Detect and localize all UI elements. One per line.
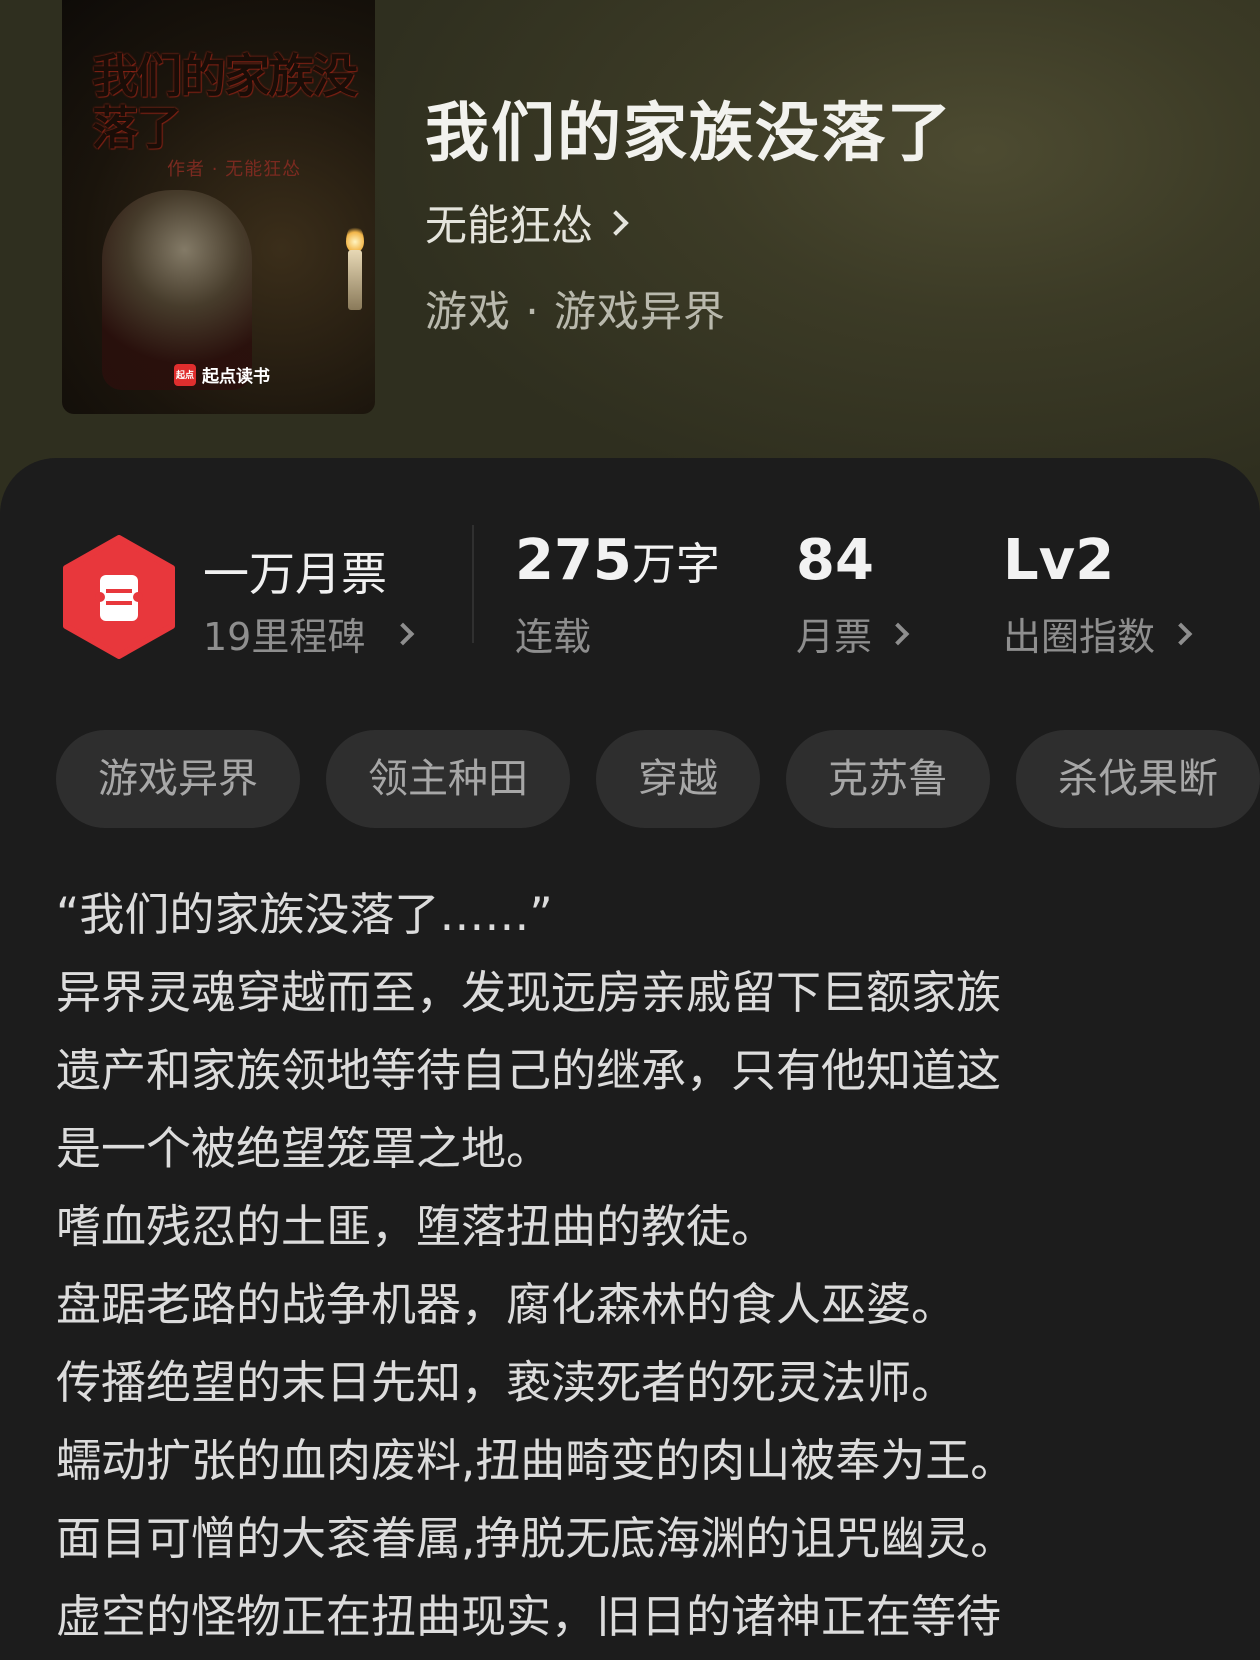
word-count-unit: 万字 [631,539,720,590]
tag-chip[interactable]: 领主种田 [326,730,570,828]
tag-list: 游戏异界 领主种田 穿越 克苏鲁 杀伐果断 [56,730,1260,830]
book-cover[interactable]: 我们的家族没落了 作者 · 无能狂怂 起点 起点读书 [62,0,375,414]
cover-illustration [102,190,252,390]
book-header: 我们的家族没落了 作者 · 无能狂怂 起点 起点读书 我们的家族没落了 无能狂怂… [0,0,1260,520]
word-count-stat: 275万字 连载 [515,528,720,661]
candle-icon [348,250,362,310]
summary-line: 遗产和家族领地等待自己的继承，只有他知道这 [56,1044,1002,1097]
monthly-ticket-number: 84 [796,528,874,593]
milestone-sub: 19里程碑 [203,615,366,659]
book-title: 我们的家族没落了 [425,96,953,171]
chevron-right-icon [886,622,910,645]
tag-chip[interactable]: 游戏异界 [56,730,300,828]
stats-divider [472,525,474,643]
summary-line: “我们的家族没落了……” [56,888,553,941]
milestone-value: 一万月票 [203,547,387,601]
monthly-ticket-label: 月票 [796,615,873,659]
ticket-badge-icon[interactable] [62,535,176,659]
summary-line: 异界灵魂穿越而至，发现远房亲戚留下巨额家族 [56,966,1002,1019]
popularity-level: Lv2 [1003,528,1115,593]
milestone-link[interactable]: 19里程碑 [203,606,415,661]
summary-line: 虚空的怪物正在扭曲现实，旧日的诸神正在等待 [56,1590,1002,1643]
summary-line: 面目可憎的大衮眷属,挣脱无底海渊的诅咒幽灵。 [56,1512,1016,1565]
popularity-label: 出圈指数 [1003,615,1156,659]
summary-line: 传播绝望的末日先知，亵渎死者的死灵法师。 [56,1356,957,1409]
candle-flame-icon [346,225,364,253]
monthly-ticket-stat[interactable]: 84 月票 [796,528,910,661]
summary-line: 是一个被绝望笼罩之地。 [56,1122,552,1175]
popularity-stat[interactable]: Lv2 出圈指数 [1003,528,1193,661]
chevron-right-icon [603,209,629,236]
summary-line: 盘踞老路的战争机器，腐化森林的食人巫婆。 [56,1278,957,1331]
cover-brand-label: 起点读书 [202,367,270,387]
book-genre: 游戏 · 游戏异界 [425,287,727,336]
book-summary[interactable]: “我们的家族没落了……” 异界灵魂穿越而至，发现远房亲戚留下巨额家族 遗产和家族… [56,876,1226,1656]
word-count-number: 275 [515,528,632,593]
qidian-logo-icon: 起点 [174,363,196,386]
tag-chip[interactable]: 穿越 [596,730,760,828]
cover-brand: 起点 起点读书 [174,362,270,387]
cover-title: 我们的家族没落了 [92,49,358,155]
chevron-right-icon [1169,622,1193,645]
summary-line: 嗜血残忍的土匪，堕落扭曲的教徒。 [56,1200,777,1253]
cover-author: 作者 · 无能狂怂 [167,159,302,180]
summary-line: 蠕动扩张的血肉废料,扭曲畸变的肉山被奉为王。 [56,1434,1016,1487]
tag-chip[interactable]: 杀伐果断 [1016,730,1260,828]
tag-chip[interactable]: 克苏鲁 [786,730,990,828]
word-count-label: 连载 [515,615,592,659]
author-link[interactable]: 无能狂怂 [425,192,629,253]
author-name: 无能狂怂 [425,201,594,250]
chevron-right-icon [392,622,415,645]
